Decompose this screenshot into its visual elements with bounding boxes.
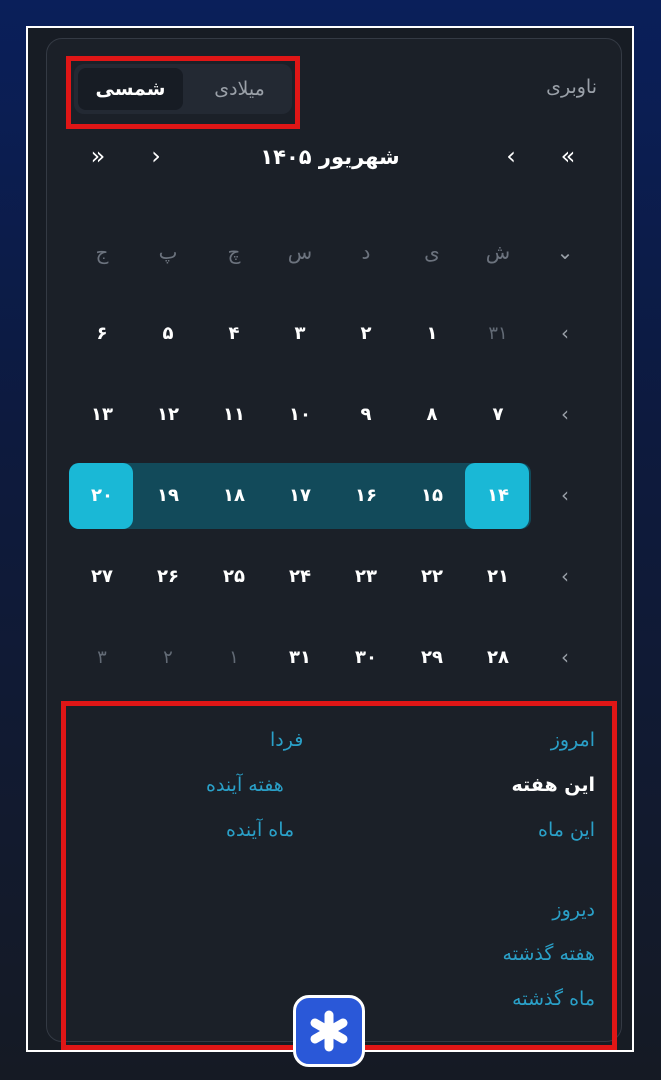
weekday-header: د [361, 240, 371, 264]
weekday-header: ش [485, 240, 511, 264]
quick-next-month[interactable]: ماه آینده [226, 819, 294, 841]
day-cell[interactable]: ۳۱ [466, 301, 530, 365]
weekday-header: پ [158, 240, 178, 264]
day-cell[interactable]: ۱۷ [268, 463, 332, 527]
quick-next-week[interactable]: هفته آینده [206, 774, 284, 796]
day-cell[interactable]: ۳ [268, 301, 332, 365]
week-row-chevron-icon[interactable]: ‹ [533, 301, 597, 365]
day-cell[interactable]: ۲ [136, 625, 200, 689]
next-month-button[interactable]: ‹ [491, 142, 531, 170]
day-cell[interactable]: ۱۹ [136, 463, 200, 527]
day-cell[interactable]: ۱۲ [136, 382, 200, 446]
prev-year-button[interactable]: » [78, 142, 118, 170]
nav-label: ناوبری [546, 76, 597, 98]
day-cell[interactable]: ۲۵ [202, 544, 266, 608]
weekday-collapse-chevron-icon[interactable]: ⌄ [533, 220, 597, 284]
quick-today[interactable]: امروز [551, 729, 595, 751]
day-cell[interactable]: ۱۵ [400, 463, 464, 527]
week-row-chevron-icon[interactable]: ‹ [533, 463, 597, 527]
day-cell[interactable]: ۲۱ [466, 544, 530, 608]
logo-badge [293, 995, 365, 1067]
day-cell[interactable]: ۲۷ [70, 544, 134, 608]
weekday-header: ی [424, 240, 440, 264]
asterisk-icon [310, 1010, 348, 1052]
day-cell[interactable]: ۲۹ [400, 625, 464, 689]
quick-this-week[interactable]: این هفته [512, 774, 596, 796]
quick-last-week[interactable]: هفته گذشته [503, 943, 595, 965]
day-cell[interactable]: ۱۰ [268, 382, 332, 446]
day-cell[interactable]: ۳ [70, 625, 134, 689]
quick-yesterday[interactable]: دیروز [552, 899, 595, 921]
day-cell[interactable]: ۳۰ [334, 625, 398, 689]
day-cell[interactable]: ۹ [334, 382, 398, 446]
weekday-header: س [287, 240, 313, 264]
day-cell[interactable]: ۲۶ [136, 544, 200, 608]
day-cell[interactable]: ۲۸ [466, 625, 530, 689]
prev-month-button[interactable]: › [136, 142, 176, 170]
day-cell[interactable]: ۵ [136, 301, 200, 365]
day-cell[interactable]: ۸ [400, 382, 464, 446]
week-row-chevron-icon[interactable]: ‹ [533, 625, 597, 689]
day-cell[interactable]: ۱۸ [202, 463, 266, 527]
day-cell[interactable]: ۱۴ [466, 463, 530, 527]
day-cell[interactable]: ۲۰ [70, 463, 134, 527]
day-cell[interactable]: ۱۳ [70, 382, 134, 446]
day-cell[interactable]: ۷ [466, 382, 530, 446]
day-cell[interactable]: ۱ [202, 625, 266, 689]
day-cell[interactable]: ۶ [70, 301, 134, 365]
day-cell[interactable]: ۲۴ [268, 544, 332, 608]
day-cell[interactable]: ۴ [202, 301, 266, 365]
quick-this-month[interactable]: این ماه [538, 819, 595, 841]
day-cell[interactable]: ۳۱ [268, 625, 332, 689]
quick-tomorrow[interactable]: فردا [270, 729, 303, 751]
week-row-chevron-icon[interactable]: ‹ [533, 544, 597, 608]
day-cell[interactable]: ۲۲ [400, 544, 464, 608]
quick-last-month[interactable]: ماه گذشته [512, 988, 595, 1010]
next-year-button[interactable]: « [548, 142, 588, 170]
calendar-toggle-highlight [66, 56, 300, 129]
day-cell[interactable]: ۱۱ [202, 382, 266, 446]
weekday-header: چ [227, 240, 241, 264]
day-cell[interactable]: ۱ [400, 301, 464, 365]
week-row-chevron-icon[interactable]: ‹ [533, 382, 597, 446]
day-cell[interactable]: ۲۳ [334, 544, 398, 608]
day-cell[interactable]: ۲ [334, 301, 398, 365]
month-title: شهریور ۱۴۰۵ [260, 145, 400, 169]
weekday-header: ج [95, 240, 109, 264]
day-cell[interactable]: ۱۶ [334, 463, 398, 527]
